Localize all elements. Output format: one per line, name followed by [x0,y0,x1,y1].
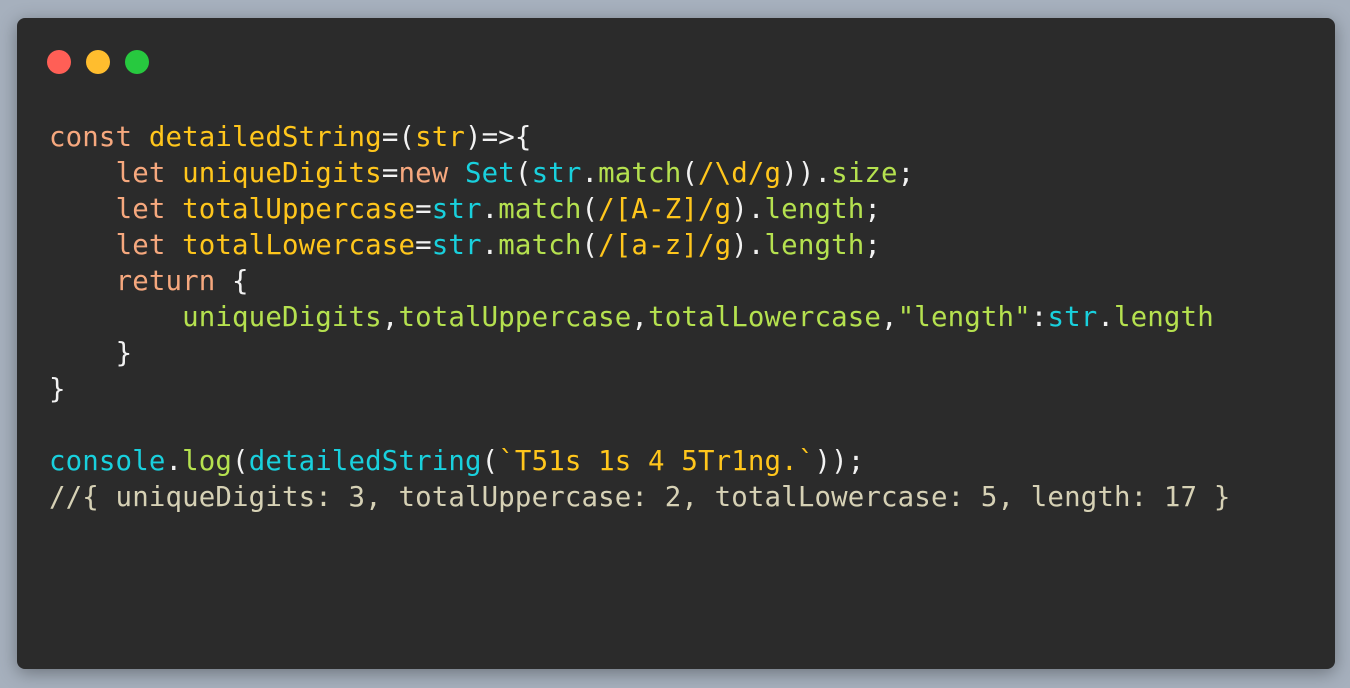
code-line: } [49,336,1230,372]
code-token: ; [864,230,882,261]
code-token: . [165,446,183,477]
code-token: . [581,158,599,189]
code-token: return [115,266,216,297]
code-token: totalUppercase [182,194,416,225]
code-token: ( [581,194,599,225]
code-token: str [415,122,466,153]
code-token: match [498,194,582,225]
window-controls [47,50,149,74]
code-token: { [215,266,249,297]
code-token: let [115,158,166,189]
code-line: const detailedString=(str)=>{ [49,120,1230,156]
code-token: const [49,122,133,153]
code-line: console.log(detailedString(`T51s 1s 4 5T… [49,444,1230,480]
code-token: )); [814,446,865,477]
code-line: let totalUppercase=str.match(/[A-Z]/g).l… [49,192,1230,228]
code-token: /\d/g [697,158,782,189]
code-window: const detailedString=(str)=>{ let unique… [17,18,1335,669]
code-token: ; [864,194,882,225]
code-token: str [431,194,482,225]
code-token: new [398,158,449,189]
code-token: detailedString [248,446,482,477]
code-token: = [381,158,399,189]
code-token: totalLowercase [648,302,882,333]
code-token: /[A-Z]/g [598,194,732,225]
code-token: uniqueDigits [182,158,382,189]
code-token: size [831,158,898,189]
code-line: return { [49,264,1230,300]
code-token: match [498,230,582,261]
code-token: )=>{ [465,122,532,153]
code-token: match [598,158,682,189]
code-token: detailedString [148,122,382,153]
code-token: length [1114,302,1214,333]
code-token: length [764,230,865,261]
code-token: console [49,446,166,477]
code-token: let [115,230,166,261]
code-token: totalLowercase [182,230,416,261]
code-line: uniqueDigits,totalUppercase,totalLowerca… [49,300,1230,336]
close-icon[interactable] [47,50,71,74]
code-token: ( [481,446,499,477]
code-token: ( [681,158,698,189]
code-line: } [49,372,1230,408]
minimize-icon[interactable] [86,50,110,74]
code-token: //{ uniqueDigits: 3, totalUppercase: 2, … [49,482,1231,513]
code-token: uniqueDigits [182,302,382,333]
code-token: length [764,194,865,225]
code-line: let totalLowercase=str.match(/[a-z]/g).l… [49,228,1230,264]
code-token: = [415,230,432,261]
code-token: ( [581,230,599,261]
code-token: `T51s 1s 4 5Tr1ng.` [498,446,815,477]
code-token: Set [465,158,515,189]
code-token: : [1030,302,1048,333]
code-token: ). [731,230,765,261]
code-token: log [182,446,233,477]
code-block: const detailedString=(str)=>{ let unique… [49,120,1230,516]
code-token: let [115,194,166,225]
code-token: . [1097,302,1114,333]
code-token: )). [781,158,832,189]
code-line: //{ uniqueDigits: 3, totalUppercase: 2, … [49,480,1230,516]
code-token: . [481,230,499,261]
code-token: . [481,194,499,225]
code-token: } [49,374,66,405]
code-token: "length" [897,302,1031,333]
code-token: totalUppercase [398,302,632,333]
code-token: str [431,230,482,261]
code-token: /[a-z]/g [598,230,732,261]
code-token: ). [731,194,765,225]
code-token: , [881,302,898,333]
code-line: let uniqueDigits=new Set(str.match(/\d/g… [49,156,1230,192]
code-token: ; [897,158,915,189]
code-token: str [1047,302,1098,333]
code-token: } [115,338,133,369]
code-token: ( [232,446,249,477]
code-token: =( [381,122,416,153]
code-token: str [531,158,582,189]
code-token: , [381,302,399,333]
code-token: , [631,302,649,333]
maximize-icon[interactable] [125,50,149,74]
code-token: ( [514,158,532,189]
code-token: = [415,194,432,225]
